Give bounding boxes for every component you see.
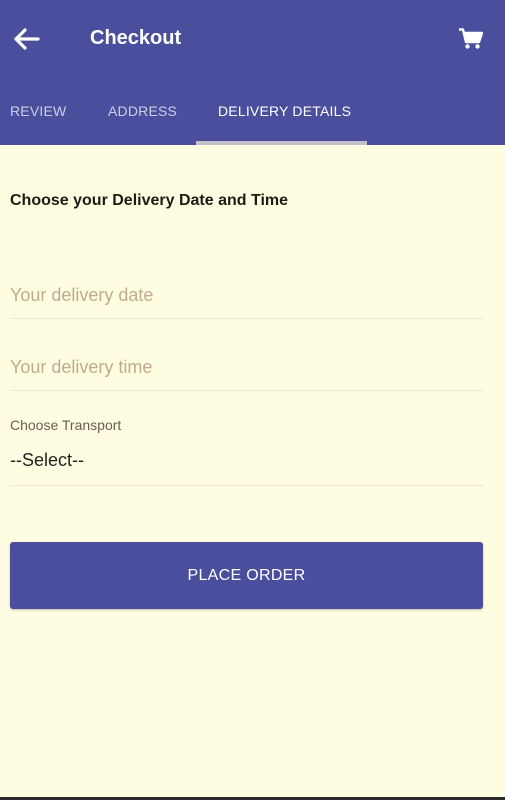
transport-select[interactable]: --Select-- (10, 446, 483, 486)
shopping-cart-icon (459, 28, 483, 49)
arrow-left-icon (14, 28, 40, 50)
app-bar: Checkout REVIEW ADDRESS DELIVERY DETAILS (0, 0, 505, 145)
back-button[interactable] (10, 22, 44, 56)
tab-review[interactable]: REVIEW (10, 92, 66, 145)
transport-select-value: --Select-- (10, 450, 85, 470)
delivery-date-field (10, 280, 483, 319)
delivery-section-title: Choose your Delivery Date and Time (10, 192, 289, 209)
transport-label: Choose Transport (10, 417, 122, 433)
page-title: Checkout (90, 27, 182, 49)
tab-delivery-details[interactable]: DELIVERY DETAILS (218, 92, 351, 145)
delivery-date-input[interactable] (10, 280, 483, 310)
checkout-tabs: REVIEW ADDRESS DELIVERY DETAILS (0, 92, 505, 145)
tab-address[interactable]: ADDRESS (108, 92, 177, 145)
delivery-time-input[interactable] (10, 352, 483, 382)
active-tab-indicator (196, 141, 367, 145)
cart-button[interactable] (455, 24, 487, 54)
place-order-button[interactable]: PLACE ORDER (10, 542, 483, 609)
delivery-time-field (10, 352, 483, 391)
